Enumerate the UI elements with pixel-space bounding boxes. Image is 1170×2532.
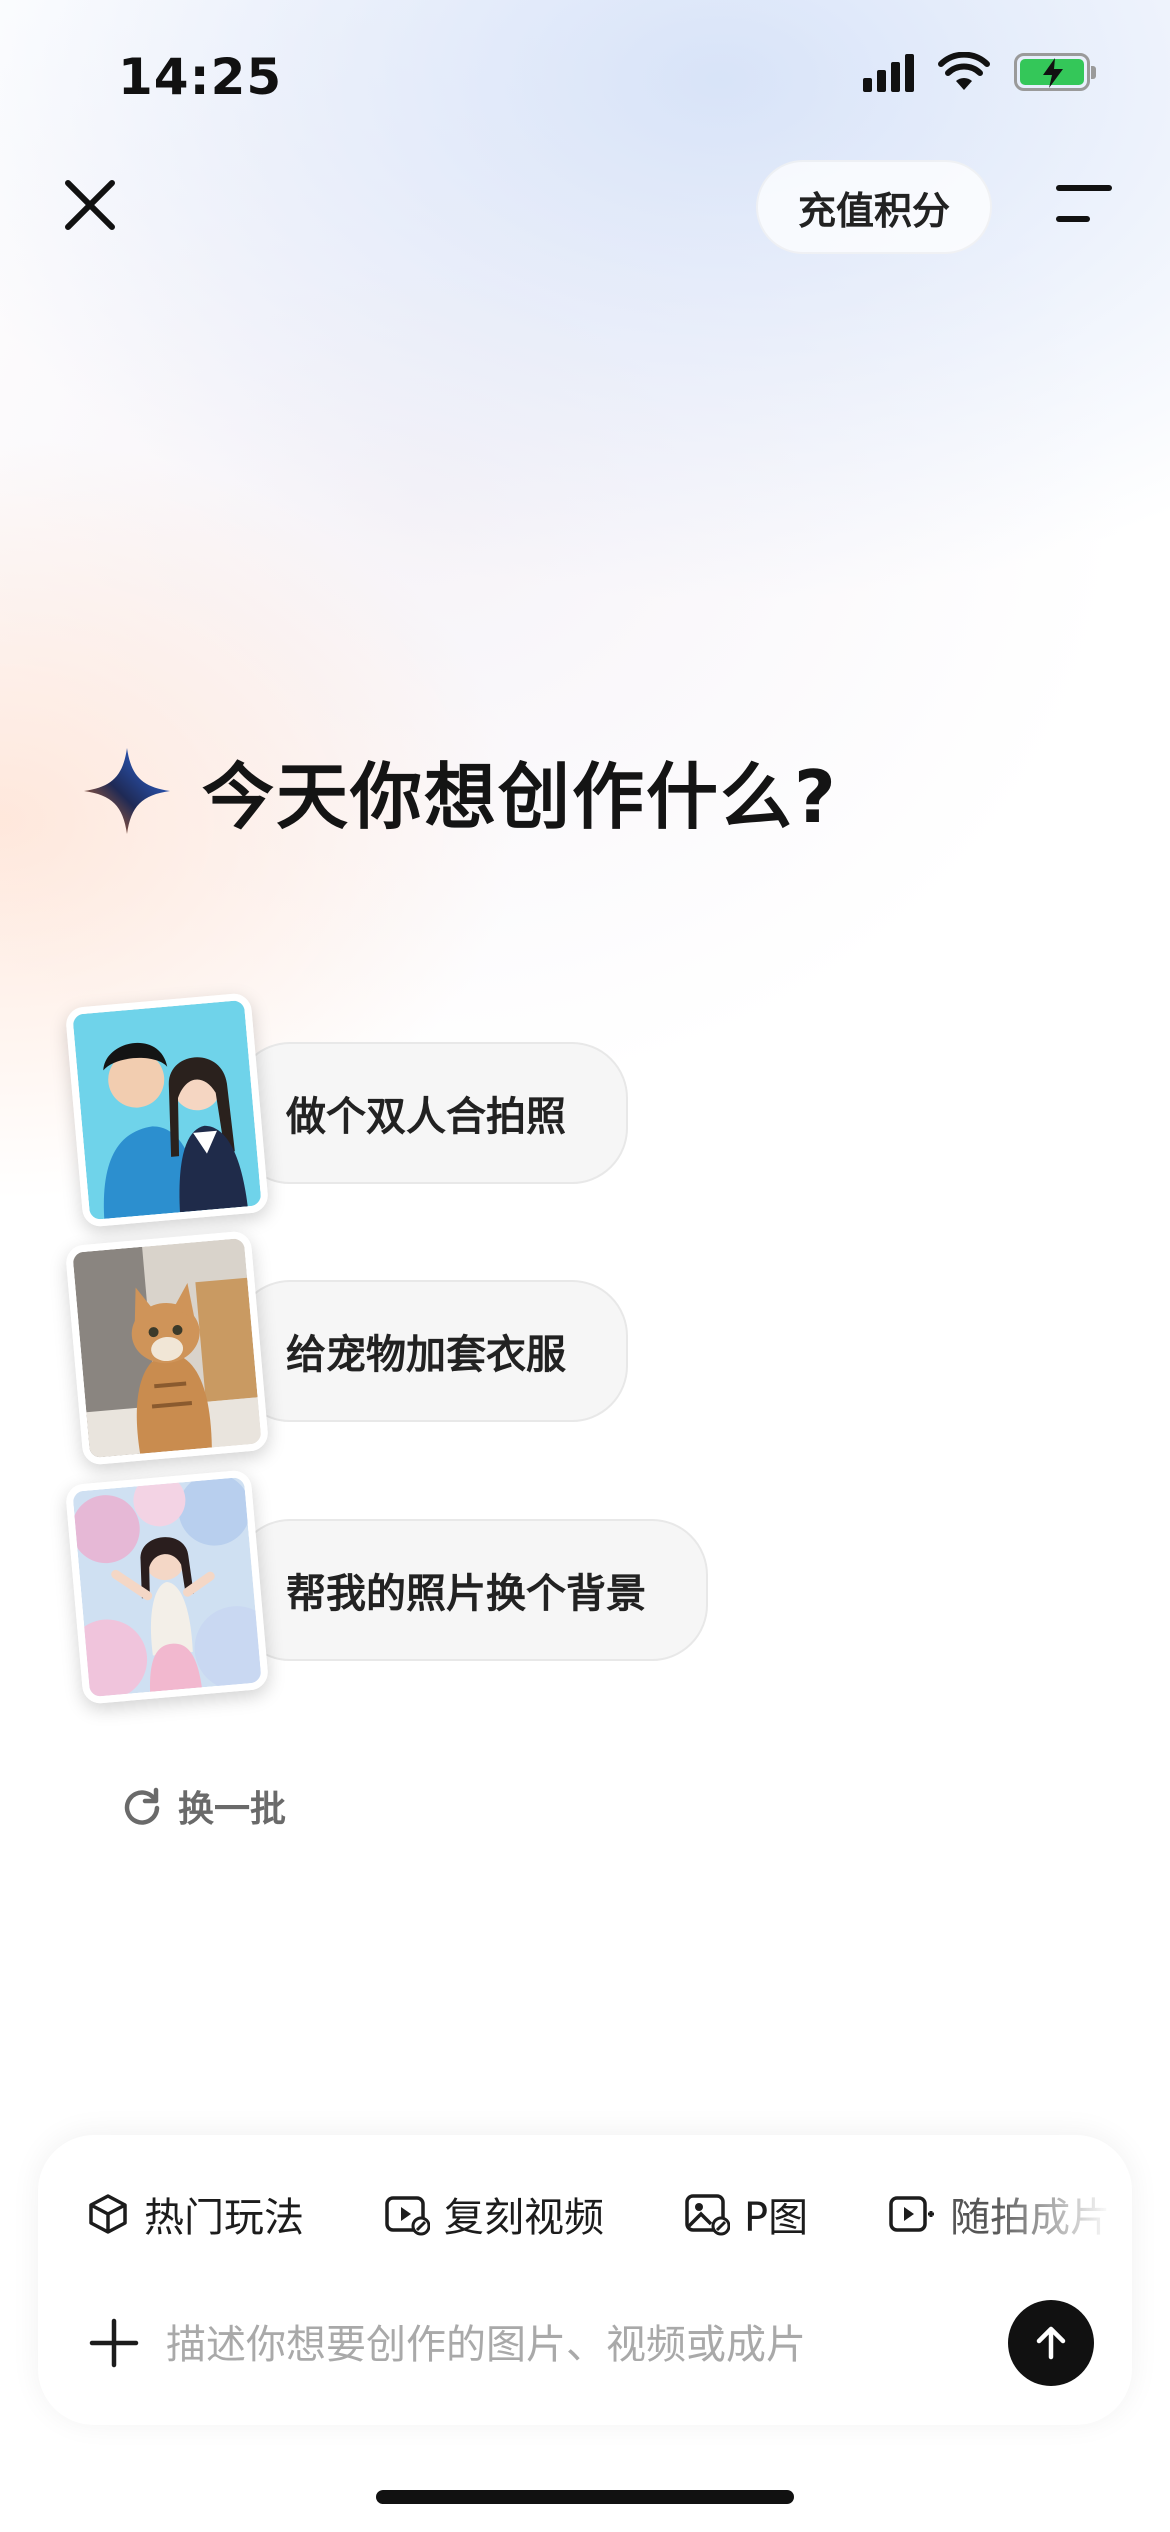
couple-photo-thumbnail bbox=[64, 992, 270, 1228]
cube-icon bbox=[89, 2194, 127, 2234]
sparkle-icon bbox=[84, 747, 170, 834]
menu-icon-line-top bbox=[1056, 185, 1112, 191]
suggestion-label: 给宠物加套衣服 bbox=[234, 1280, 628, 1422]
battery-charging-icon bbox=[1014, 53, 1096, 91]
status-icons bbox=[863, 52, 1096, 92]
close-button[interactable] bbox=[60, 175, 120, 235]
send-button[interactable] bbox=[1008, 2300, 1094, 2386]
menu-button[interactable] bbox=[1052, 180, 1112, 230]
tool-replicate-video[interactable]: 复刻视频 bbox=[384, 2185, 604, 2243]
girl-clouds-photo-thumbnail bbox=[64, 1469, 270, 1705]
tool-label: P图 bbox=[744, 2195, 809, 2241]
scroll-fade bbox=[992, 2175, 1132, 2255]
refresh-suggestions-button[interactable]: 换一批 bbox=[122, 1780, 286, 1832]
image-edit-icon bbox=[685, 2194, 730, 2236]
arrow-up-icon bbox=[1036, 2326, 1066, 2360]
status-time: 14:25 bbox=[118, 48, 283, 106]
tool-label: 热门玩法 bbox=[144, 2195, 304, 2241]
menu-icon-line-bottom bbox=[1056, 216, 1090, 222]
tool-hot-play[interactable]: 热门玩法 bbox=[86, 2185, 304, 2243]
recharge-points-button[interactable]: 充值积分 bbox=[756, 160, 992, 254]
refresh-label: 换一批 bbox=[178, 1789, 287, 1830]
suggestion-label: 帮我的照片换个背景 bbox=[234, 1519, 708, 1661]
composer-card: 热门玩法 复刻视频 P图 描述你想要创作的图片、视频或成片 bbox=[38, 2135, 1132, 2425]
video-play-icon bbox=[889, 2196, 935, 2232]
add-attachment-button[interactable] bbox=[86, 2315, 146, 2375]
close-icon bbox=[65, 180, 115, 230]
page-heading: 今天你想创作什么? bbox=[82, 738, 838, 843]
tool-chip-row[interactable]: 热门玩法 复刻视频 P图 bbox=[86, 2185, 1132, 2243]
home-indicator[interactable] bbox=[376, 2490, 794, 2504]
prompt-input[interactable] bbox=[166, 2313, 966, 2377]
tool-label: 复刻视频 bbox=[444, 2195, 604, 2241]
refresh-icon bbox=[124, 1787, 160, 1825]
page-title: 今天你想创作什么? bbox=[202, 755, 838, 839]
plus-icon bbox=[89, 2318, 139, 2368]
video-edit-icon bbox=[385, 2196, 430, 2236]
suggestion-label: 做个双人合拍照 bbox=[234, 1042, 628, 1184]
cat-photo-thumbnail bbox=[64, 1230, 270, 1466]
tool-photo-edit[interactable]: P图 bbox=[684, 2185, 808, 2243]
cellular-signal-icon bbox=[863, 52, 914, 92]
wifi-icon bbox=[938, 52, 990, 90]
